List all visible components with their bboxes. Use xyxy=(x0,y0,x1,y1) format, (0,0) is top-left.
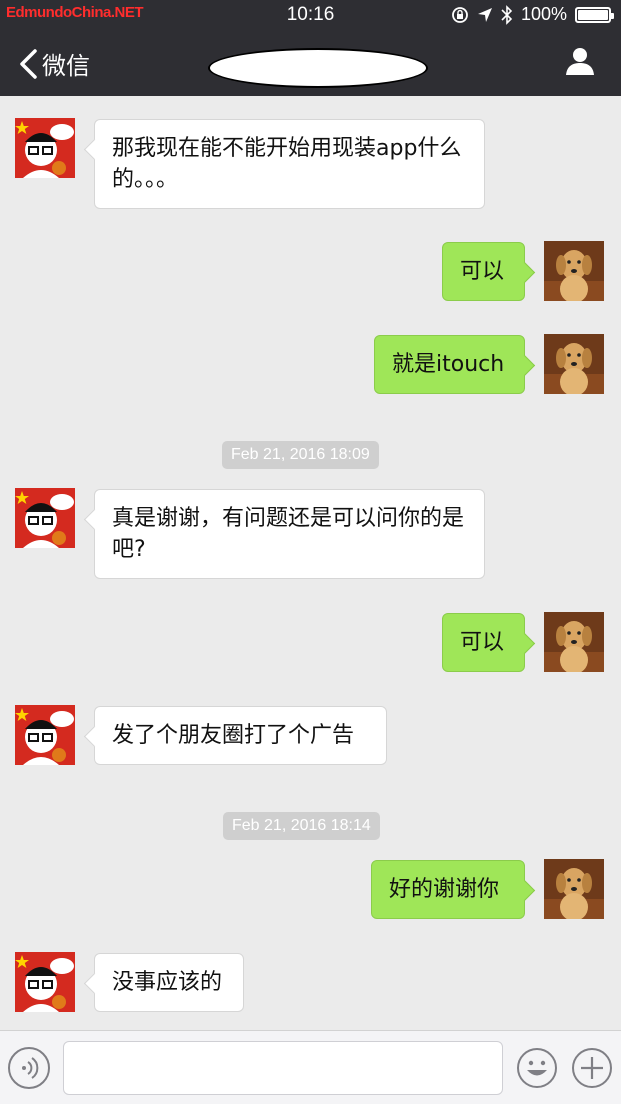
message-text: 就是itouch xyxy=(392,352,505,377)
plus-button[interactable] xyxy=(571,1047,613,1089)
chevron-left-icon xyxy=(20,48,37,79)
plus-icon xyxy=(572,1048,612,1088)
top-bar: EdmundoChina.NET 10:16 100% 微信 xyxy=(0,0,621,96)
message-bubble-outgoing[interactable]: 好的谢谢你 xyxy=(371,860,525,919)
emoji-icon xyxy=(517,1048,557,1088)
message-text: 好的谢谢你 xyxy=(389,877,500,902)
my-avatar[interactable] xyxy=(544,859,604,919)
contact-avatar[interactable] xyxy=(15,952,75,1012)
message-text: 可以 xyxy=(460,259,505,284)
battery-icon xyxy=(575,6,614,23)
message-bubble-incoming[interactable]: 没事应该的 xyxy=(94,953,244,1012)
timestamp: Feb 21, 2016 18:14 xyxy=(223,812,380,840)
message-text: 那我现在能不能开始用现装app什么的。。。 xyxy=(112,136,462,192)
message-bubble-incoming[interactable]: 那我现在能不能开始用现装app什么的。。。 xyxy=(94,119,485,209)
redacted-title xyxy=(208,48,428,88)
emoji-button[interactable] xyxy=(516,1047,558,1089)
message-bubble-outgoing[interactable]: 可以 xyxy=(442,613,525,672)
voice-icon xyxy=(22,1057,39,1079)
message-text: 真是谢谢，有问题还是可以问你的是吧? xyxy=(112,506,465,562)
message-bubble-outgoing[interactable]: 可以 xyxy=(442,242,525,301)
back-label: 微信 xyxy=(42,52,90,80)
input-bar xyxy=(0,1030,621,1104)
timestamp: Feb 21, 2016 18:09 xyxy=(222,441,379,469)
message-bubble-outgoing[interactable]: 就是itouch xyxy=(374,335,525,394)
profile-icon xyxy=(566,48,594,75)
nav-bar: 微信 xyxy=(0,36,621,92)
location-icon xyxy=(477,7,492,22)
message-bubble-incoming[interactable]: 发了个朋友圈打了个广告 xyxy=(94,706,387,765)
message-bubble-incoming[interactable]: 真是谢谢，有问题还是可以问你的是吧? xyxy=(94,489,485,579)
message-text: 可以 xyxy=(460,630,505,655)
contact-avatar[interactable] xyxy=(15,118,75,178)
contact-avatar[interactable] xyxy=(15,488,75,548)
message-input[interactable] xyxy=(63,1041,503,1095)
my-avatar[interactable] xyxy=(544,612,604,672)
orientation-lock-icon xyxy=(452,6,468,23)
back-button[interactable]: 微信 xyxy=(18,46,90,81)
my-avatar[interactable] xyxy=(544,241,604,301)
profile-button[interactable] xyxy=(565,46,595,80)
my-avatar[interactable] xyxy=(544,334,604,394)
voice-button[interactable] xyxy=(8,1047,50,1089)
message-text: 没事应该的 xyxy=(112,970,223,995)
battery-percent: 100% xyxy=(520,4,567,24)
bluetooth-icon xyxy=(501,4,513,25)
message-text: 发了个朋友圈打了个广告 xyxy=(112,723,355,748)
contact-avatar[interactable] xyxy=(15,705,75,765)
status-indicators: 100% xyxy=(451,4,614,25)
status-bar: EdmundoChina.NET 10:16 100% xyxy=(0,0,621,32)
